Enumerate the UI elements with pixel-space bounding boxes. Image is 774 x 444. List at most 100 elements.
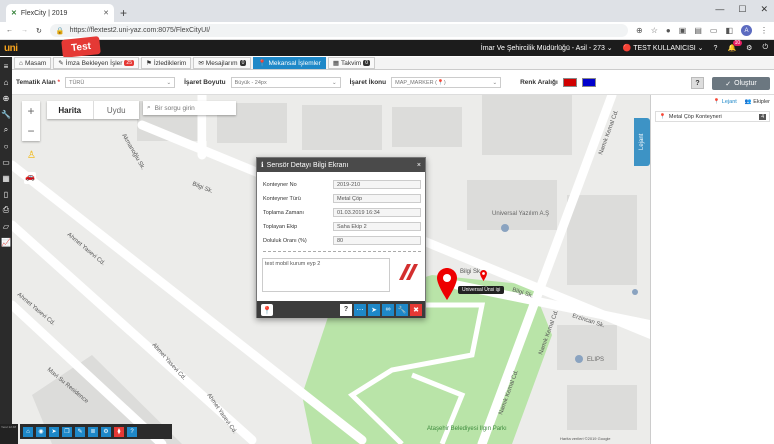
extension-icon[interactable]: ●: [666, 26, 671, 35]
help-button[interactable]: ?: [340, 303, 352, 316]
poi-marker-icon[interactable]: [575, 355, 583, 363]
wrench-button[interactable]: 🔧: [396, 303, 408, 316]
profile-avatar[interactable]: A: [741, 25, 752, 36]
window-close-icon[interactable]: ✕: [760, 4, 768, 15]
legend-header-legend[interactable]: 📍 Lejant: [713, 99, 736, 105]
field-value[interactable]: 01.03.2019 16:34: [333, 208, 421, 217]
wrench-icon[interactable]: 🔧: [1, 109, 11, 119]
map-search-box[interactable]: ⌕ Bir sorgu girin: [143, 101, 236, 115]
help-icon[interactable]: ?: [714, 45, 718, 52]
close-tab-icon[interactable]: ✕: [103, 9, 109, 17]
legend-item[interactable]: 📍 Metal Çöp Konteyneri 4: [655, 111, 770, 122]
minimize-icon[interactable]: —: [715, 4, 724, 15]
new-tab-button[interactable]: +: [120, 6, 127, 20]
notification-bell-icon[interactable]: 🔔 10: [727, 40, 743, 52]
menu-icon[interactable]: ⋮: [760, 26, 768, 35]
field-value[interactable]: Metal Çöp: [333, 194, 421, 203]
color-start-swatch[interactable]: [562, 78, 577, 87]
zoom-out-button[interactable]: −: [27, 124, 34, 138]
pencil-icon[interactable]: ✎: [75, 426, 85, 437]
legend-tab-label: Lejant: [639, 133, 645, 151]
folder-icon[interactable]: ▭: [1, 157, 11, 167]
field-label: Toplayan Ekip: [263, 223, 298, 230]
folder-open-icon[interactable]: ▱: [1, 221, 11, 231]
map-marker-icon[interactable]: [480, 270, 487, 281]
olustur-button[interactable]: ✓ Oluştur: [712, 77, 770, 90]
send-button[interactable]: ➤: [368, 303, 380, 316]
delete-button[interactable]: ✖: [410, 303, 422, 316]
document-icon[interactable]: ▯: [1, 189, 11, 199]
pin-icon[interactable]: ◉: [36, 426, 46, 437]
add-icon[interactable]: ⊕: [1, 93, 11, 103]
legend-toggle-tab[interactable]: Lejant: [634, 118, 650, 166]
maximize-icon[interactable]: ☐: [738, 4, 746, 15]
reload-icon[interactable]: ↻: [36, 27, 42, 35]
cast-icon[interactable]: ▭: [710, 26, 718, 35]
isaret-ikonu-select[interactable]: MAP_MARKER (📍) ⌄: [391, 77, 502, 88]
filter-help-button[interactable]: ?: [691, 77, 704, 89]
logout-icon[interactable]: ⏻: [762, 44, 768, 52]
forward-icon[interactable]: →: [21, 27, 28, 34]
user-name: TEST KULLANICISI: [633, 45, 696, 52]
tematik-alan-select[interactable]: TÜRÜ ⌄: [65, 77, 176, 88]
user-menu[interactable]: 🔴 TEST KULLANICISI ⌄: [623, 44, 704, 52]
menu-icon[interactable]: ≡: [1, 61, 11, 71]
map-marker-icon[interactable]: [437, 268, 457, 300]
back-icon[interactable]: ←: [6, 27, 13, 34]
poi-marker-icon[interactable]: [501, 224, 509, 232]
extension-icon[interactable]: ▣: [679, 26, 687, 35]
street-view-pegman-icon[interactable]: ♙: [27, 150, 36, 164]
field-value[interactable]: 2019-210: [333, 180, 421, 189]
settings-icon[interactable]: ⚙: [746, 44, 752, 52]
extension-icon[interactable]: ⊕: [636, 26, 643, 35]
isaret-boyutu-select[interactable]: Büyük - 24px ⌄: [230, 77, 341, 88]
map-icon[interactable]: ▦: [1, 173, 11, 183]
help-icon[interactable]: ?: [127, 426, 137, 437]
chevron-down-icon: ⌄: [166, 79, 172, 86]
home-icon[interactable]: ⌂: [23, 426, 33, 437]
note-textarea[interactable]: test mobil kurum eyp 2: [262, 258, 390, 292]
tab-mesajlarim[interactable]: ✉ Mesajlarım 0: [193, 57, 252, 69]
color-end-swatch[interactable]: [581, 78, 596, 87]
search-icon[interactable]: ⌕: [1, 125, 11, 135]
bookmark-star-icon[interactable]: ☆: [651, 26, 658, 35]
browser-tab[interactable]: ✕ FlexCity | 2019 ✕: [6, 4, 114, 22]
legend-header-layers[interactable]: 👥 Ekipler: [745, 99, 770, 105]
marker-tooltip: Universal Ünsi işi: [458, 286, 505, 294]
more-button[interactable]: ⋯: [354, 303, 366, 316]
location-pin-icon: 📍: [258, 60, 267, 67]
chart-icon[interactable]: 📈: [1, 237, 11, 247]
home-icon[interactable]: ⌂: [1, 77, 11, 87]
dialog-close-button[interactable]: ×: [417, 162, 421, 169]
street-label: Bilgi Sk.: [460, 269, 482, 275]
extension-icon[interactable]: ▤: [694, 26, 702, 35]
tab-takvim[interactable]: ▦ Takvim 0: [327, 57, 376, 69]
map-type-uydu[interactable]: Uydu: [92, 101, 140, 119]
tab-izlediklerim[interactable]: ⚑ İzlediklerim: [140, 57, 192, 69]
tab-masam[interactable]: ⌂ Masam: [14, 57, 52, 69]
location-pin-icon[interactable]: 📍: [261, 304, 273, 316]
map-type-harita[interactable]: Harita: [47, 101, 93, 119]
department-selector[interactable]: İmar Ve Şehircilik Müdürlüğü - Asil - 27…: [481, 44, 613, 52]
lock-icon: 🔒: [55, 27, 65, 35]
tab-imza-bekleyen[interactable]: ✎ İmza Bekleyen İşler 25: [53, 57, 139, 69]
link-button[interactable]: ∞: [382, 303, 394, 316]
print-icon[interactable]: ⎙: [1, 205, 11, 215]
send-icon[interactable]: ➤: [49, 426, 59, 437]
zoom-in-button[interactable]: +: [27, 104, 34, 118]
circle-icon[interactable]: ○: [1, 141, 11, 151]
car-icon[interactable]: 🚗: [24, 172, 36, 184]
url-field[interactable]: 🔒 https://flextest2.uni-yaz.com:8075/Fle…: [49, 24, 629, 37]
field-value[interactable]: Saha Ekip 2: [333, 222, 421, 231]
flex-icon[interactable]: ⧫: [114, 426, 124, 437]
copy-icon[interactable]: ❐: [62, 426, 72, 437]
check-icon: ✓: [725, 80, 732, 88]
tab-label: Mesajlarım: [205, 59, 238, 67]
poi-marker-icon[interactable]: [632, 289, 638, 295]
list-icon[interactable]: ≣: [88, 426, 98, 437]
field-value[interactable]: 80: [333, 236, 421, 245]
extension-icon[interactable]: ◧: [725, 26, 733, 35]
gear-icon[interactable]: ⚙: [101, 426, 111, 437]
tab-mekansal-islemler[interactable]: 📍 Mekansal İşlemler: [253, 57, 326, 69]
chevron-down-icon: ⌄: [492, 79, 498, 86]
